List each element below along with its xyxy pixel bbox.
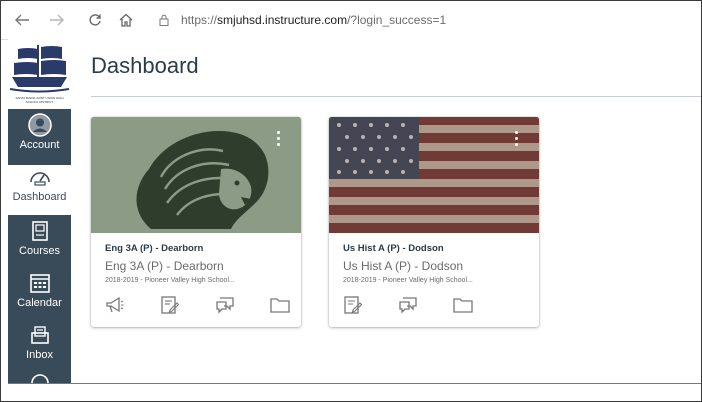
reload-icon[interactable] (84, 9, 106, 31)
discussions-icon[interactable] (398, 295, 418, 315)
course-subtitle[interactable]: Us Hist A (P) - Dodson (343, 259, 463, 273)
ship-logo-icon (8, 39, 71, 95)
courses-icon (31, 219, 48, 243)
nav-label-dashboard: Dashboard (12, 191, 67, 203)
home-icon[interactable] (115, 9, 137, 31)
back-arrow-icon[interactable] (11, 9, 33, 31)
forward-arrow-icon[interactable] (46, 9, 68, 31)
assignments-icon[interactable] (160, 295, 180, 315)
course-title[interactable]: Eng 3A (P) - Dearborn (105, 243, 203, 254)
course-card-image[interactable] (329, 117, 539, 233)
course-actions (105, 295, 301, 317)
card-options-icon[interactable] (515, 131, 519, 149)
page-title: Dashboard (91, 53, 199, 78)
course-actions (343, 295, 508, 317)
address-bar[interactable]: https://smjuhsd.instructure.com/?login_s… (159, 9, 689, 31)
nav-label-calendar: Calendar (17, 297, 62, 309)
nav-item-dashboard[interactable]: Dashboard (8, 165, 71, 215)
course-term: 2018-2019 - Pioneer Valley High School..… (343, 277, 473, 284)
announcements-icon[interactable] (105, 295, 125, 315)
nav-label-courses: Courses (19, 245, 60, 257)
dashboard-icon (29, 165, 51, 189)
account-icon (27, 113, 52, 137)
title-divider (91, 96, 701, 97)
logo-caption: SANTA MARIA JOINT UNION HIGH SCHOOL DIST… (15, 96, 64, 104)
files-icon[interactable] (453, 295, 473, 315)
course-subtitle[interactable]: Eng 3A (P) - Dearborn (105, 259, 224, 273)
browser-toolbar: https://smjuhsd.instructure.com/?login_s… (1, 1, 701, 40)
files-icon[interactable] (270, 295, 290, 315)
course-card-image[interactable] (91, 117, 301, 233)
course-card-ushist[interactable]: Us Hist A (P) - Dodson Us Hist A (P) - D… (329, 117, 539, 327)
card-options-icon[interactable] (277, 131, 281, 149)
discussions-icon[interactable] (215, 295, 235, 315)
url-path: /?login_success=1 (347, 13, 447, 27)
nav-label-inbox: Inbox (26, 349, 53, 361)
course-term: 2018-2019 - Pioneer Valley High School..… (105, 277, 235, 284)
nav-item-courses[interactable]: Courses (8, 219, 71, 267)
global-navigation: SANTA MARIA JOINT UNION HIGH SCHOOL DIST… (8, 39, 71, 385)
nav-item-inbox[interactable]: Inbox (8, 323, 71, 371)
lion-image-icon (91, 117, 301, 233)
flag-image-icon (329, 117, 539, 233)
url-prefix: https:// (181, 13, 218, 27)
calendar-icon (29, 271, 50, 295)
assignments-icon[interactable] (343, 295, 363, 315)
inbox-icon (30, 323, 50, 347)
nav-item-calendar[interactable]: Calendar (8, 271, 71, 319)
url-domain: smjuhsd.instructure.com (217, 13, 348, 27)
dashboard-main: Dashboard Eng 3A (P) - Dearborn Eng 3A (… (71, 39, 701, 383)
course-card-eng3a[interactable]: Eng 3A (P) - Dearborn Eng 3A (P) - Dearb… (91, 117, 301, 327)
lock-icon (159, 13, 173, 27)
course-title[interactable]: Us Hist A (P) - Dodson (343, 243, 444, 254)
nav-label-account: Account (19, 139, 60, 151)
window-bottom-edge (8, 383, 701, 384)
district-logo[interactable]: SANTA MARIA JOINT UNION HIGH SCHOOL DIST… (8, 39, 71, 109)
browser-window: https://smjuhsd.instructure.com/?login_s… (0, 0, 702, 402)
nav-item-account[interactable]: Account (8, 113, 71, 163)
